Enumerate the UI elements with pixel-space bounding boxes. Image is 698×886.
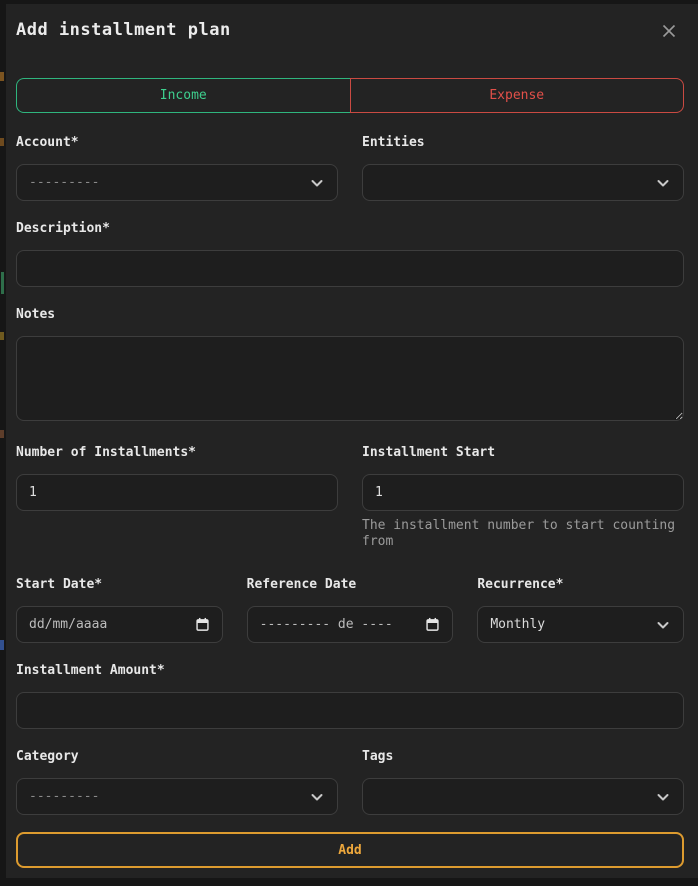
close-icon (659, 21, 679, 41)
row-description: Description* (16, 222, 684, 287)
category-label: Category (16, 750, 338, 764)
start-date-input[interactable]: dd/mm/aaaa (16, 606, 223, 643)
backdrop-artifact (0, 430, 4, 438)
backdrop-artifact (0, 72, 4, 81)
row-account-entities: Account* --------- Entities (16, 136, 684, 201)
entities-label: Entities (362, 136, 684, 150)
category-select[interactable]: --------- (16, 778, 338, 815)
reference-date-input[interactable]: --------- de ---- (247, 606, 454, 643)
start-date-placeholder: dd/mm/aaaa (29, 617, 107, 632)
entities-select[interactable] (362, 164, 684, 201)
chevron-down-icon (655, 617, 671, 633)
category-select-value: --------- (29, 789, 99, 804)
chevron-down-icon (309, 789, 325, 805)
page-title: Add installment plan (16, 20, 684, 40)
account-select[interactable]: --------- (16, 164, 338, 201)
installment-start-label: Installment Start (362, 446, 684, 460)
chevron-down-icon (655, 789, 671, 805)
add-button[interactable]: Add (16, 832, 684, 868)
backdrop-artifact (0, 332, 4, 340)
recurrence-select[interactable]: Monthly (477, 606, 684, 643)
account-label: Account* (16, 136, 338, 150)
backdrop-artifact (1, 272, 4, 294)
description-input[interactable] (16, 250, 684, 287)
calendar-icon (195, 617, 210, 632)
chevron-down-icon (655, 175, 671, 191)
row-installment-amount: Installment Amount* (16, 664, 684, 729)
recurrence-label: Recurrence* (477, 578, 684, 592)
installment-amount-label: Installment Amount* (16, 664, 684, 678)
calendar-icon (425, 617, 440, 632)
start-date-label: Start Date* (16, 578, 223, 592)
number-of-installments-input[interactable] (16, 474, 338, 511)
tab-income[interactable]: Income (16, 78, 350, 113)
backdrop-artifact (0, 138, 4, 146)
reference-date-placeholder: --------- de ---- (260, 617, 393, 632)
reference-date-label: Reference Date (247, 578, 454, 592)
backdrop-artifact (0, 640, 4, 650)
close-button[interactable] (656, 18, 682, 44)
notes-label: Notes (16, 308, 684, 322)
account-select-value: --------- (29, 175, 99, 190)
recurrence-select-value: Monthly (490, 617, 545, 632)
chevron-down-icon (309, 175, 325, 191)
installment-start-help: The installment number to start counting… (362, 518, 684, 550)
description-label: Description* (16, 222, 684, 236)
row-category-tags: Category --------- Tags (16, 750, 684, 815)
tags-label: Tags (362, 750, 684, 764)
add-installment-plan-modal: Add installment plan Income Expense Acco… (6, 4, 698, 878)
notes-textarea[interactable] (16, 336, 684, 421)
row-dates-recurrence: Start Date* dd/mm/aaaa Reference Date --… (16, 578, 684, 643)
tab-expense[interactable]: Expense (350, 78, 685, 113)
installment-amount-input[interactable] (16, 692, 684, 729)
type-tabs: Income Expense (16, 78, 684, 113)
installment-start-input[interactable] (362, 474, 684, 511)
row-installments: Number of Installments* Installment Star… (16, 446, 684, 550)
row-notes: Notes (16, 308, 684, 425)
number-of-installments-label: Number of Installments* (16, 446, 338, 460)
modal-header: Add installment plan (16, 20, 684, 40)
tags-select[interactable] (362, 778, 684, 815)
